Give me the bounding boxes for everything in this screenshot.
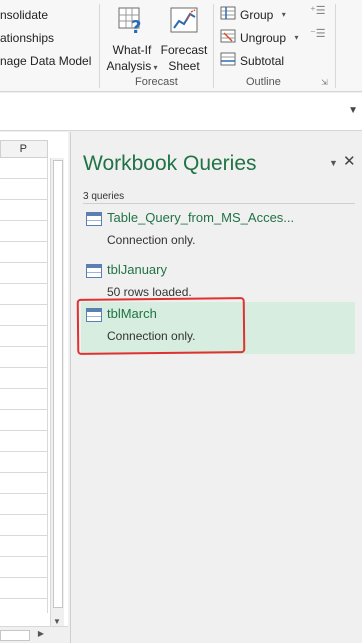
forecast-sheet-button[interactable]: Forecast Sheet (160, 4, 208, 74)
cell-grid[interactable] (0, 158, 48, 613)
divider (83, 203, 355, 204)
what-if-analysis-button[interactable]: ? What-If Analysis ▾ (106, 4, 158, 76)
what-if-line1: What-If (112, 43, 152, 57)
column-header[interactable]: P (0, 140, 48, 158)
what-if-line2: Analysis (106, 59, 152, 73)
chevron-down-icon: ▾ (151, 63, 158, 72)
subtotal-icon (220, 52, 236, 69)
group-label: Group (240, 7, 274, 22)
pane-options-icon[interactable]: ▼ (329, 158, 338, 168)
scroll-right-icon[interactable]: ▶ (36, 629, 46, 641)
relationships-button[interactable]: ationships (0, 31, 54, 45)
annotation-highlight (76, 297, 246, 355)
ribbon-separator (99, 4, 100, 88)
forecast-sheet-line2: Sheet (168, 59, 200, 73)
formula-bar[interactable]: ▼ (0, 93, 362, 131)
hide-detail-icon[interactable]: ⁻☰ (310, 27, 326, 40)
horizontal-scrollbar[interactable]: ▶ (0, 626, 68, 643)
worksheet-area[interactable]: P ▼ ▶ (0, 132, 68, 643)
close-icon[interactable]: ✕ (343, 152, 356, 170)
excel-window: nsolidate ationships nage Data Model ? W… (0, 0, 362, 643)
query-name[interactable]: tblJanuary (107, 262, 351, 277)
what-if-analysis-icon: ? (106, 4, 158, 40)
ungroup-button[interactable]: Ungroup ▾ (220, 29, 299, 46)
chevron-down-icon: ▾ (277, 10, 286, 19)
ungroup-icon (220, 29, 236, 46)
pane-title: Workbook Queries (83, 152, 257, 175)
subtotal-button[interactable]: Subtotal (220, 52, 284, 69)
forecast-sheet-icon (160, 4, 208, 40)
table-icon (86, 264, 102, 278)
scrollbar-thumb[interactable] (53, 160, 63, 608)
show-detail-icon[interactable]: ⁺☰ (310, 4, 326, 17)
scroll-down-icon[interactable]: ▼ (53, 617, 61, 626)
query-count: 3 queries (83, 191, 125, 202)
table-icon (86, 212, 102, 226)
group-button[interactable]: Group ▾ (220, 6, 286, 23)
manage-data-model-button[interactable]: nage Data Model (0, 54, 91, 68)
forecast-group-label: Forecast (135, 76, 178, 88)
ribbon-separator (213, 4, 214, 88)
query-status: Connection only. (107, 233, 196, 247)
dialog-launcher-icon[interactable]: ⇲ (321, 78, 328, 87)
vertical-scrollbar[interactable]: ▼ (50, 158, 64, 628)
forecast-sheet-line1: Forecast (160, 43, 208, 57)
ribbon-separator (335, 4, 336, 88)
scrollbar-thumb[interactable] (0, 630, 30, 641)
workbook-queries-pane: Workbook Queries ▼ ✕ 3 queries Table_Que… (70, 132, 362, 643)
subtotal-label: Subtotal (240, 53, 285, 68)
query-item[interactable]: Table_Query_from_MS_Acces... Connection … (81, 206, 355, 258)
outline-group-label: Outline (246, 76, 281, 88)
group-icon (220, 6, 236, 23)
ungroup-label: Ungroup (240, 30, 287, 45)
chevron-down-icon: ▾ (290, 33, 299, 42)
consolidate-button[interactable]: nsolidate (0, 8, 48, 22)
query-name[interactable]: Table_Query_from_MS_Acces... (107, 210, 351, 225)
chevron-down-icon[interactable]: ▼ (348, 105, 358, 116)
svg-text:?: ? (131, 17, 141, 36)
ribbon: nsolidate ationships nage Data Model ? W… (0, 0, 362, 92)
